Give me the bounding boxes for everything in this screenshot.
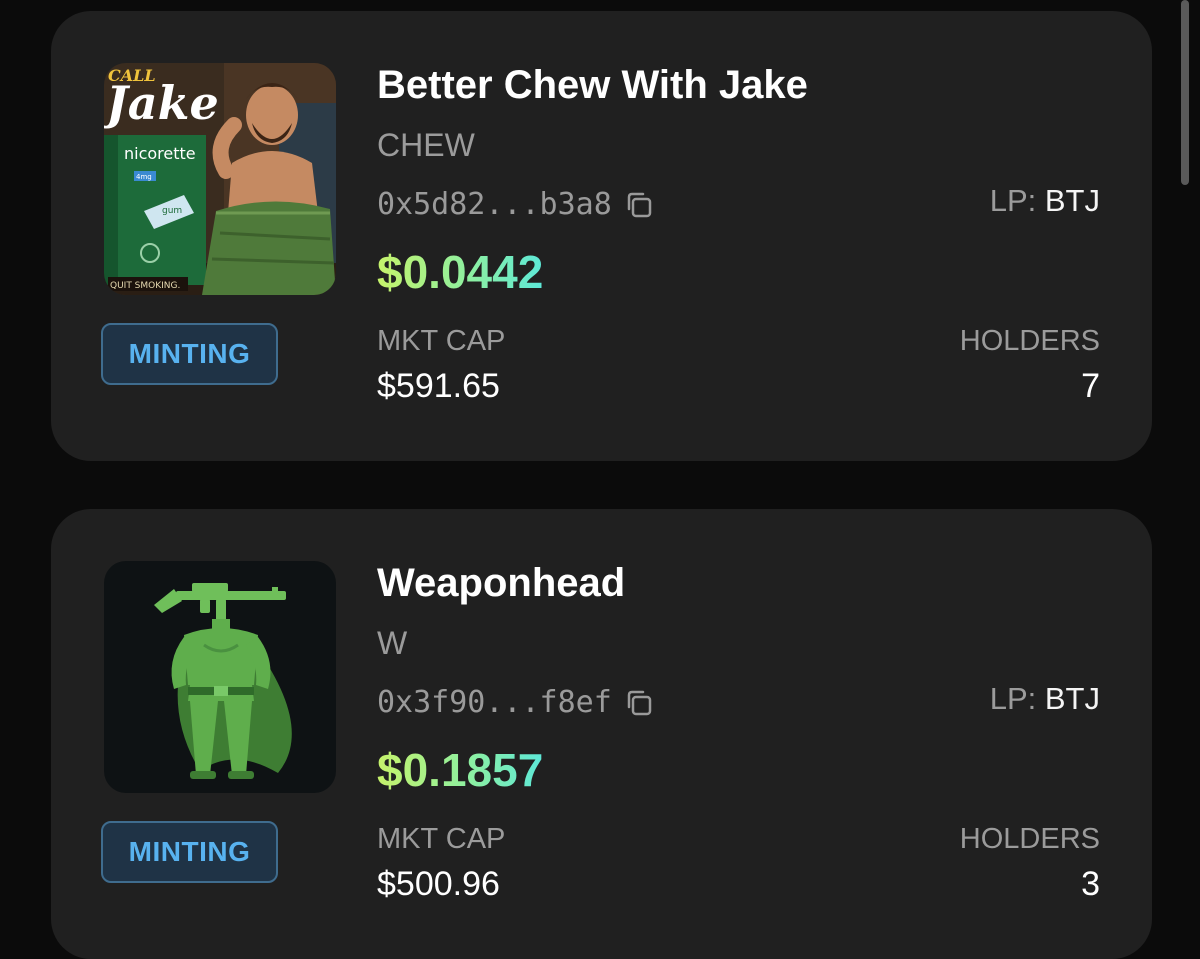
token-card[interactable]: MINTING Weaponhead W 0x3f90...f8ef LP: B… [51,509,1152,959]
status-badge: MINTING [101,323,278,385]
copy-icon[interactable] [622,686,656,720]
holders-label: HOLDERS [959,823,1100,855]
lp-label: LP: [989,681,1037,716]
lp-value: BTJ [1044,183,1100,218]
token-name[interactable]: Weaponhead [377,561,625,606]
svg-text:nicorette: nicorette [124,144,196,163]
token-image [104,561,336,793]
holders-value: 3 [1081,865,1100,903]
token-price: $0.0442 [377,246,544,298]
svg-text:gum: gum [162,206,182,216]
scrollbar[interactable] [1181,0,1189,185]
lp-value: BTJ [1044,681,1100,716]
holders-value: 7 [1081,367,1100,405]
market-cap-value: $500.96 [377,865,500,903]
lp-info: LP: BTJ [990,183,1100,219]
holders-label: HOLDERS [959,325,1100,357]
market-cap-label: MKT CAP [377,325,506,357]
lp-label: LP: [989,183,1037,218]
copy-icon[interactable] [622,188,656,222]
svg-text:QUIT SMOKING.: QUIT SMOKING. [110,281,180,291]
contract-address: 0x5d82...b3a8 [377,187,656,222]
svg-text:Jake: Jake [104,76,219,130]
market-cap-label: MKT CAP [377,823,506,855]
status-badge: MINTING [101,821,278,883]
token-ticker: W [377,625,408,661]
address-text: 0x3f90...f8ef [377,685,612,720]
token-list: CALL Jake nicorette 4mg gum QUIT SMOKING… [0,0,1200,959]
token-name[interactable]: Better Chew With Jake [377,63,808,108]
token-ticker: CHEW [377,127,475,163]
market-cap-value: $591.65 [377,367,500,405]
token-card[interactable]: CALL Jake nicorette 4mg gum QUIT SMOKING… [51,11,1152,461]
lp-info: LP: BTJ [990,681,1100,717]
address-text: 0x5d82...b3a8 [377,187,612,222]
contract-address: 0x3f90...f8ef [377,685,656,720]
token-image: CALL Jake nicorette 4mg gum QUIT SMOKING… [104,63,336,295]
token-price: $0.1857 [377,744,544,796]
svg-text:4mg: 4mg [136,173,152,181]
